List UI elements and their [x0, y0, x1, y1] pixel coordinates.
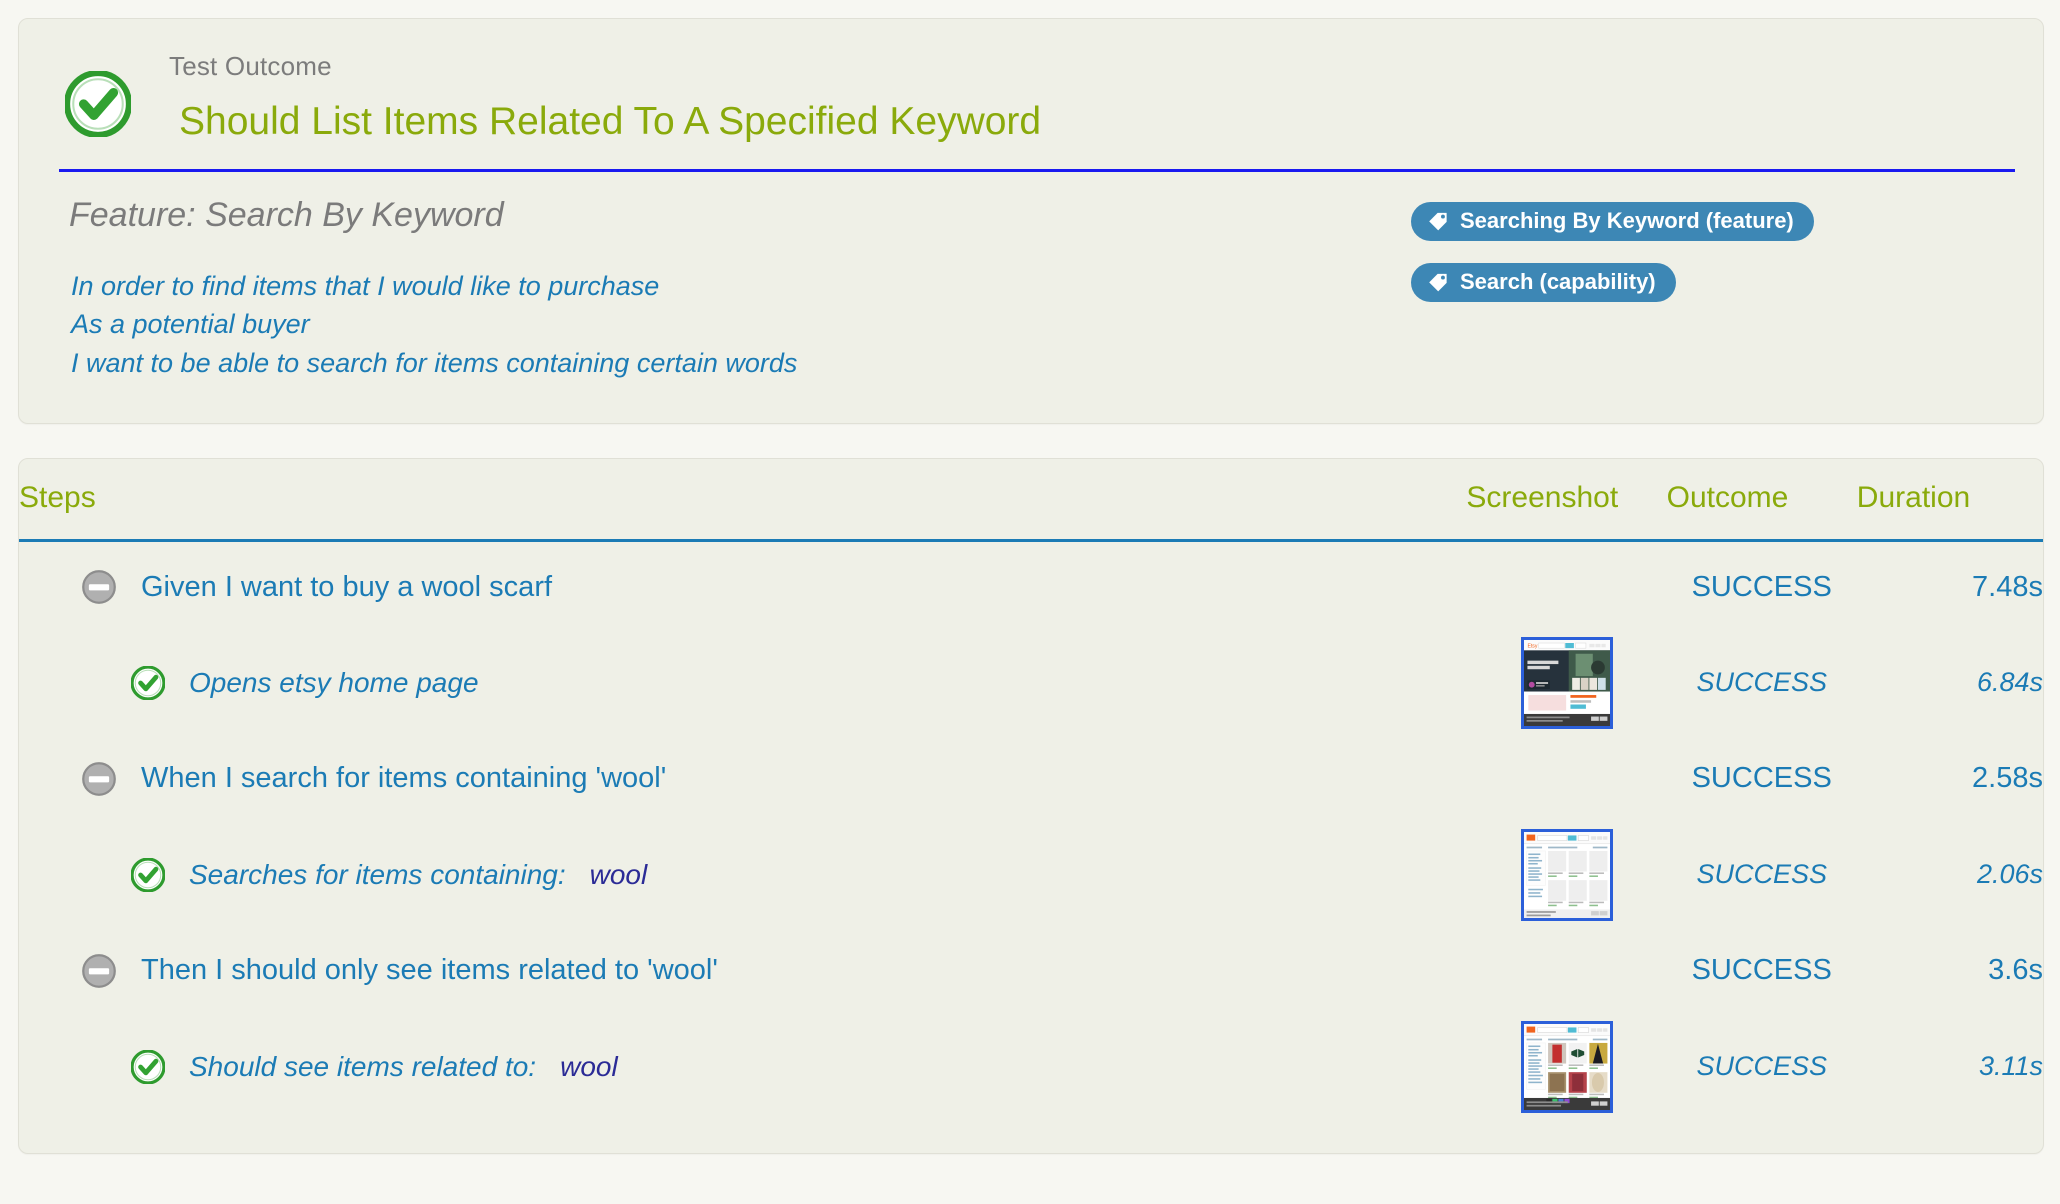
steps-panel: Steps Screenshot Outcome Duration Given … [18, 458, 2044, 1154]
steps-table-body: Given I want to buy a wool scarf SUCCESS… [19, 541, 2043, 1117]
table-row[interactable]: Opens etsy home page Etsy SUCCESS 6.84s [19, 633, 2043, 733]
status-badge: SUCCESS [1691, 762, 1832, 795]
step-duration-cell: 3.11s [1857, 1017, 2043, 1117]
status-badge: SUCCESS [1696, 667, 1827, 698]
tag-badge-feature[interactable]: Searching By Keyword (feature) [1411, 202, 1814, 241]
step-label: When I search for items containing 'wool… [141, 762, 667, 795]
steps-header-row: Steps Screenshot Outcome Duration [19, 459, 2043, 543]
column-header-screenshot[interactable]: Screenshot [1466, 459, 1667, 543]
step-screenshot-cell [1466, 541, 1666, 633]
step-label: Given I want to buy a wool scarf [141, 570, 553, 603]
table-row[interactable]: When I search for items containing 'wool… [19, 733, 2043, 825]
step-screenshot-cell [1466, 925, 1666, 1017]
summary-body: Feature: Search By Keyword In order to f… [19, 172, 2043, 423]
narrative-line-2: As a potential buyer [71, 309, 310, 340]
step-label: Searches for items containing: [189, 858, 566, 890]
step-label: Then I should only see items related to … [141, 954, 718, 987]
narrative-line-1: In order to find items that I would like… [71, 270, 660, 301]
duration-value: 2.58s [1972, 762, 2043, 795]
page-title: Should List Items Related To A Specified… [179, 100, 1042, 144]
narrative-column: Feature: Search By Keyword In order to f… [59, 194, 1395, 383]
report-page: Test Outcome Should List Items Related T… [0, 0, 2060, 1204]
screenshot-thumbnail[interactable]: Etsy [1520, 636, 1613, 729]
step-description-cell: Given I want to buy a wool scarf [19, 541, 1466, 633]
step-description-cell: When I search for items containing 'wool… [19, 733, 1466, 825]
steps-table-head: Steps Screenshot Outcome Duration [19, 459, 2043, 543]
success-check-icon [131, 857, 165, 892]
feature-heading: Feature: Search By Keyword [69, 196, 504, 234]
search-results-blank-thumbnail [1523, 831, 1610, 918]
search-results-products-thumbnail [1523, 1023, 1610, 1110]
step-duration-cell: 2.58s [1857, 733, 2043, 825]
step-description-cell: Then I should only see items related to … [19, 925, 1466, 1017]
step-outcome-cell: SUCCESS [1667, 925, 1857, 1017]
duration-value: 3.11s [1978, 1051, 2043, 1082]
steps-table: Steps Screenshot Outcome Duration Given … [19, 459, 2043, 1117]
duration-value: 7.48s [1972, 570, 2043, 603]
summary-heading-block: Test Outcome Should List Items Related T… [139, 49, 1041, 145]
status-badge: SUCCESS [1696, 1051, 1827, 1082]
duration-value: 6.84s [1976, 667, 2043, 698]
success-check-icon [65, 71, 131, 137]
tag-badge-capability[interactable]: Search (capability) [1411, 263, 1676, 302]
step-label: Should see items related to: [189, 1050, 537, 1082]
step-argument: wool [560, 1050, 618, 1082]
collapse-minus-icon[interactable] [81, 761, 117, 797]
step-label: Opens etsy home page [189, 666, 479, 698]
narrative-line-3: I want to be able to search for items co… [71, 348, 798, 379]
step-screenshot-cell [1466, 733, 1666, 825]
step-screenshot-cell [1466, 1017, 1666, 1117]
table-row[interactable]: Should see items related to: wool SUCCES… [19, 1017, 2043, 1117]
tag-icon [1429, 212, 1447, 231]
tag-icon [1429, 273, 1447, 292]
tags-column: Searching By Keyword (feature) Search (c… [1395, 194, 2015, 383]
duration-value: 2.06s [1976, 859, 2043, 890]
tag-label: Search (capability) [1460, 269, 1656, 294]
step-duration-cell: 2.06s [1857, 825, 2043, 925]
success-check-icon [131, 1049, 165, 1084]
status-badge: SUCCESS [1696, 859, 1827, 890]
screenshot-thumbnail[interactable] [1520, 828, 1613, 921]
step-screenshot-cell: Etsy [1466, 633, 1666, 733]
success-check-icon [131, 665, 165, 700]
status-badge: SUCCESS [1691, 954, 1832, 987]
step-outcome-cell: SUCCESS [1667, 541, 1857, 633]
column-header-steps[interactable]: Steps [19, 459, 1467, 543]
step-outcome-cell: SUCCESS [1667, 825, 1857, 925]
summary-header: Test Outcome Should List Items Related T… [19, 19, 2043, 159]
table-row[interactable]: Given I want to buy a wool scarf SUCCESS… [19, 541, 2043, 633]
step-duration-cell: 3.6s [1857, 925, 2043, 1017]
duration-value: 3.6s [1988, 954, 2043, 987]
screenshot-thumbnail[interactable] [1520, 1020, 1613, 1113]
table-row[interactable]: Searches for items containing: wool SUCC… [19, 825, 2043, 925]
test-outcome-status [65, 49, 139, 137]
collapse-minus-icon[interactable] [81, 953, 117, 989]
step-screenshot-cell [1466, 825, 1666, 925]
column-header-duration[interactable]: Duration [1856, 459, 2043, 543]
etsy-home-page-thumbnail: Etsy [1523, 639, 1610, 726]
step-description-cell: Opens etsy home page [19, 633, 1466, 733]
step-outcome-cell: SUCCESS [1667, 733, 1857, 825]
step-outcome-cell: SUCCESS [1667, 1017, 1857, 1117]
outcome-label: Test Outcome [169, 51, 332, 81]
tag-label: Searching By Keyword (feature) [1460, 208, 1794, 233]
svg-text:Etsy: Etsy [1527, 643, 1537, 649]
step-duration-cell: 6.84s [1857, 633, 2043, 733]
step-argument: wool [589, 858, 648, 890]
status-badge: SUCCESS [1691, 570, 1832, 603]
collapse-minus-icon[interactable] [81, 569, 117, 605]
table-row[interactable]: Then I should only see items related to … [19, 925, 2043, 1017]
step-description-cell: Should see items related to: wool [19, 1017, 1466, 1117]
test-outcome-summary-panel: Test Outcome Should List Items Related T… [18, 18, 2044, 425]
step-description-cell: Searches for items containing: wool [19, 825, 1466, 925]
step-duration-cell: 7.48s [1857, 541, 2043, 633]
column-header-outcome[interactable]: Outcome [1666, 459, 1857, 543]
step-outcome-cell: SUCCESS [1667, 633, 1857, 733]
